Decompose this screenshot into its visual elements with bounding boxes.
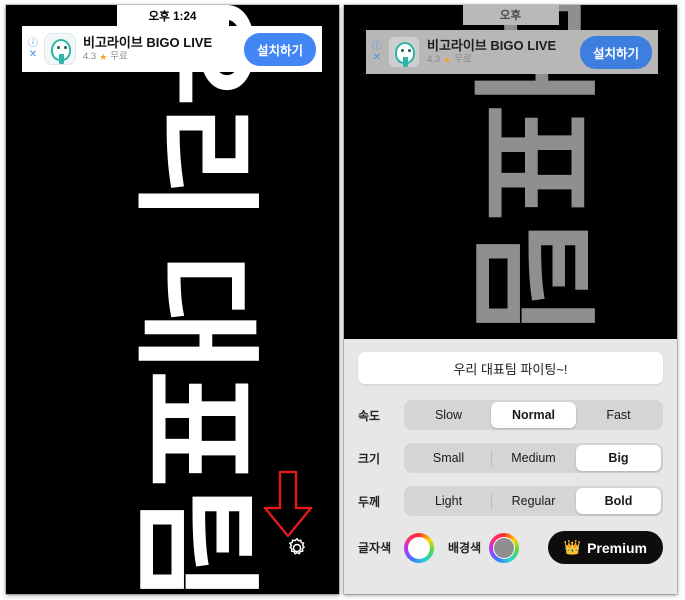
settings-sheet: 속도 Slow Normal Fast 크기 Small Medium Big … (344, 339, 677, 594)
info-icon[interactable]: ⓘ (28, 38, 38, 49)
speed-segmented-control[interactable]: Slow Normal Fast (404, 400, 663, 430)
premium-label: Premium (587, 539, 647, 556)
thickness-label: 두께 (358, 494, 381, 509)
close-icon[interactable]: ✕ (373, 52, 381, 63)
background-color-wheel[interactable] (489, 532, 520, 563)
right-status-bar: 오후 (462, 5, 559, 25)
thickness-segmented-control[interactable]: Light Regular Bold (404, 486, 663, 516)
right-ad-rating: 4.3 (427, 54, 441, 65)
thickness-option-bold[interactable]: Bold (576, 488, 661, 514)
size-option-big[interactable]: Big (576, 445, 661, 471)
size-option-medium[interactable]: Medium (491, 445, 576, 471)
thickness-option-regular[interactable]: Regular (491, 488, 576, 514)
star-icon: ★ (99, 52, 108, 62)
bg-color-label: 배경색 (448, 541, 482, 555)
right-ad-subline: 4.3 ★ 무료 (427, 54, 580, 66)
left-status-time: 오후 1:24 (148, 11, 197, 23)
close-icon[interactable]: ✕ (29, 49, 37, 60)
size-option-small[interactable]: Small (406, 445, 491, 471)
left-ad-app-name: 비고라이브 BIGO LIVE (83, 35, 213, 50)
left-ad-install-button[interactable]: 설치하기 (243, 32, 316, 66)
right-ad-meta: ⓘ ✕ (366, 30, 388, 74)
left-ad-rating: 4.3 (83, 51, 97, 62)
crown-icon: 👑 (563, 539, 582, 555)
left-ad-subline: 4.3 ★ 무료 (83, 51, 244, 63)
down-arrow-icon (263, 470, 313, 538)
right-ad-install-button[interactable]: 설치하기 (579, 35, 652, 69)
left-ad-price: 무료 (110, 51, 128, 62)
size-segmented-control[interactable]: Small Medium Big (404, 443, 663, 473)
left-ad-banner[interactable]: ⓘ ✕ 비고라이브 BIGO LIVE 4.3 ★ 무료 설치하기 (22, 26, 322, 72)
right-ad-price: 무료 (454, 54, 472, 65)
left-ad-app-icon (44, 33, 76, 65)
speed-option-slow[interactable]: Slow (406, 402, 491, 428)
marquee-text-input[interactable] (358, 352, 663, 384)
settings-row-size: 크기 Small Medium Big (358, 443, 663, 473)
left-status-bar: 오후 1:24 (116, 5, 229, 27)
speed-label: 속도 (358, 408, 381, 423)
text-color-wheel[interactable] (404, 532, 434, 563)
left-ad-meta: ⓘ ✕ (22, 26, 44, 72)
left-marquee-text: 우리 대표팀 파이팅~! (123, 5, 266, 594)
thickness-option-light[interactable]: Light (406, 488, 491, 514)
screenshot-stage: 우리 대표팀 파이팅~! 오후 1:24 ⓘ ✕ 비고라이브 BIGO LIVE… (0, 0, 685, 600)
right-status-time: 오후 (499, 10, 522, 22)
speed-option-normal[interactable]: Normal (491, 402, 576, 428)
right-ad-text: 비고라이브 BIGO LIVE 4.3 ★ 무료 (420, 38, 580, 66)
right-phone-screen: 우리 대표팀 파이팅~! 오후 ⓘ ✕ 비고라이브 BIGO LIVE 4.3 … (344, 5, 677, 594)
left-ad-text: 비고라이브 BIGO LIVE 4.3 ★ 무료 (76, 35, 244, 63)
speed-option-fast[interactable]: Fast (576, 402, 661, 428)
text-color-label: 글자색 (358, 541, 392, 555)
right-ad-app-name: 비고라이브 BIGO LIVE (427, 38, 557, 53)
right-ad-app-icon (388, 36, 420, 68)
settings-row-speed: 속도 Slow Normal Fast (358, 400, 663, 430)
size-label: 크기 (358, 451, 381, 466)
premium-button[interactable]: 👑 Premium (547, 531, 663, 564)
right-ad-banner[interactable]: ⓘ ✕ 비고라이브 BIGO LIVE 4.3 ★ 무료 설치하기 (366, 30, 658, 74)
info-icon[interactable]: ⓘ (372, 41, 382, 52)
left-phone-screen: 우리 대표팀 파이팅~! 오후 1:24 ⓘ ✕ 비고라이브 BIGO LIVE… (6, 5, 339, 594)
gear-icon[interactable] (286, 537, 308, 559)
settings-row-thickness: 두께 Light Regular Bold (358, 486, 663, 516)
settings-row-colors: 글자색 배경색 👑 Premium (358, 531, 663, 564)
star-icon: ★ (443, 55, 452, 65)
